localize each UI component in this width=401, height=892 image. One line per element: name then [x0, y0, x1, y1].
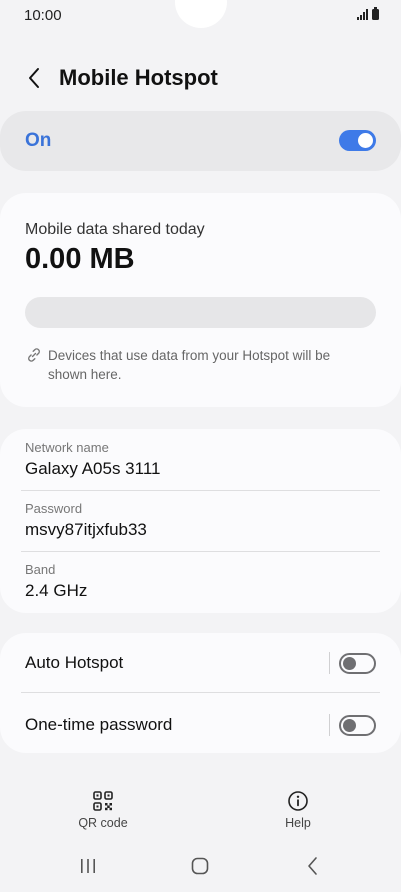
- password-field[interactable]: Password msvy87itjxfub33: [25, 501, 147, 540]
- hotspot-master-switch-row[interactable]: On: [0, 111, 401, 171]
- data-usage-progress-bar: [25, 297, 376, 328]
- system-navigation-bar: [0, 846, 401, 886]
- toggle-separator: [329, 652, 330, 674]
- status-time: 10:00: [24, 7, 62, 24]
- help-icon: [288, 791, 308, 811]
- hotspot-settings-card: Auto Hotspot One-time password: [0, 633, 401, 753]
- devices-note-text: Devices that use data from your Hotspot …: [48, 348, 331, 382]
- password-label: Password: [25, 501, 83, 516]
- nav-back-button[interactable]: [298, 855, 328, 877]
- auto-hotspot-toggle[interactable]: [339, 653, 376, 674]
- one-time-password-label[interactable]: One-time password: [25, 715, 172, 735]
- status-bar: 10:00: [0, 0, 401, 32]
- network-name-field[interactable]: Network name Galaxy A05s 3111: [25, 440, 160, 479]
- back-button[interactable]: [20, 62, 48, 94]
- qr-code-button[interactable]: QR code: [63, 790, 143, 830]
- divider: [21, 490, 380, 491]
- data-usage-caption: Mobile data shared today: [25, 221, 205, 238]
- home-button[interactable]: [185, 855, 215, 877]
- divider: [21, 692, 380, 693]
- status-icons: [357, 7, 379, 20]
- home-icon: [191, 857, 209, 875]
- back-arrow-icon: [29, 68, 39, 88]
- band-label: Band: [25, 562, 56, 577]
- help-label: Help: [285, 816, 311, 830]
- hotspot-state-label: On: [25, 130, 52, 151]
- divider: [21, 551, 380, 552]
- toggle-knob: [343, 657, 356, 670]
- connected-devices-note: Devices that use data from your Hotspot …: [26, 346, 366, 384]
- battery-icon: [372, 7, 379, 20]
- data-usage-amount: 0.00 MB: [25, 243, 135, 275]
- camera-notch: [175, 0, 227, 28]
- password-value: msvy87itjxfub33: [25, 520, 147, 539]
- data-usage-card: Mobile data shared today 0.00 MB Devices…: [0, 193, 401, 407]
- signal-icon: [357, 9, 368, 20]
- recent-apps-button[interactable]: [73, 855, 103, 877]
- recent-apps-icon: [81, 859, 95, 873]
- link-icon: [28, 348, 40, 362]
- help-button[interactable]: Help: [258, 790, 338, 830]
- network-details-card: Network name Galaxy A05s 3111 Password m…: [0, 429, 401, 613]
- one-time-password-toggle[interactable]: [339, 715, 376, 736]
- toggle-knob: [343, 719, 356, 732]
- band-field[interactable]: Band 2.4 GHz: [25, 562, 87, 601]
- band-value: 2.4 GHz: [25, 581, 88, 600]
- qr-code-label: QR code: [78, 816, 128, 830]
- toggle-knob: [358, 133, 373, 148]
- app-header: Mobile Hotspot: [0, 56, 401, 100]
- network-name-label: Network name: [25, 440, 109, 455]
- hotspot-toggle[interactable]: [339, 130, 376, 151]
- nav-back-icon: [308, 857, 317, 875]
- qr-code-icon: [93, 791, 113, 811]
- network-name-value: Galaxy A05s 3111: [25, 459, 161, 478]
- toggle-separator: [329, 714, 330, 736]
- page-title: Mobile Hotspot: [59, 65, 218, 90]
- auto-hotspot-label[interactable]: Auto Hotspot: [25, 653, 123, 673]
